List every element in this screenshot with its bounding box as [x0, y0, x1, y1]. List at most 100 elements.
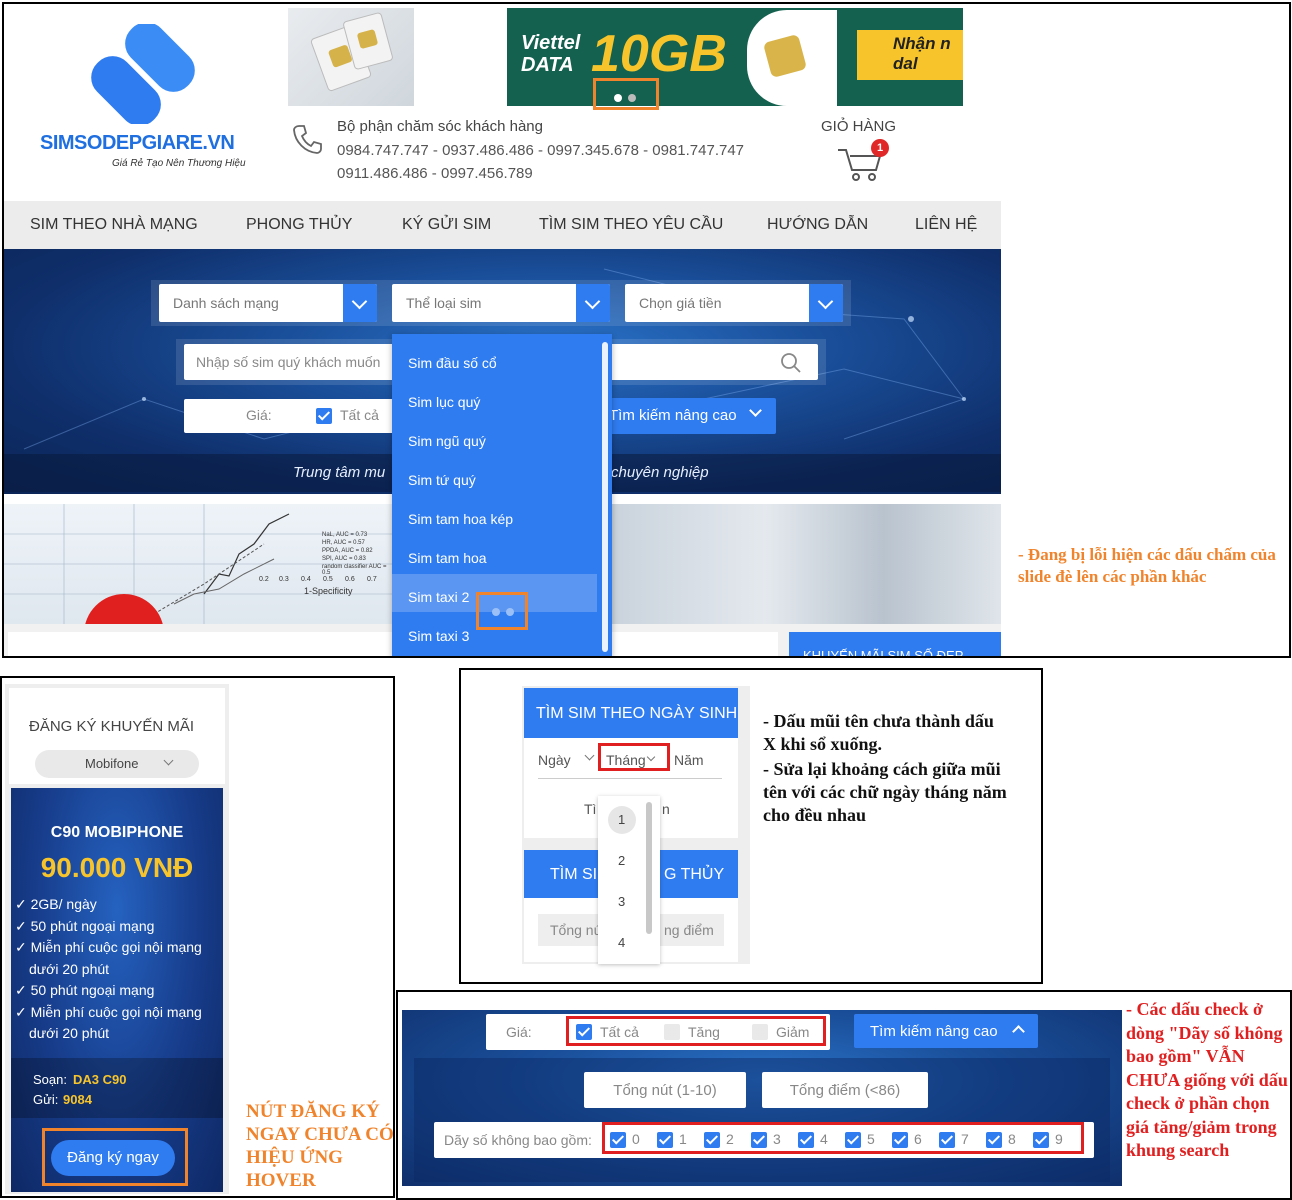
annotation-box-dots-dropdown — [476, 592, 528, 630]
chevron-down-icon[interactable] — [576, 284, 610, 322]
support-phones-line-1[interactable]: 0984.747.747 - 0937.486.486 - 0997.345.6… — [337, 142, 744, 159]
birthday-title: TÌM SIM THEO NGÀY SINH — [536, 705, 738, 722]
exclude-digits-label: Dãy số không bao gồm: — [444, 1132, 592, 1148]
search-icon[interactable] — [780, 352, 802, 374]
feature-item: ✓ 50 phút ngoại mạng — [15, 982, 155, 998]
support-phones-line-2[interactable]: 0911.486.486 - 0997.456.789 — [337, 165, 533, 182]
promo-strip[interactable]: KHUYẾN MÃI SIM SỐ ĐẸP — [789, 632, 1001, 658]
dropdown-item[interactable]: Sim lục quý — [408, 394, 480, 410]
dropdown-item[interactable]: Sim tứ quý — [408, 472, 476, 488]
compose-label: Soạn: — [33, 1072, 67, 1087]
month-option[interactable]: 2 — [618, 853, 625, 868]
total-left-text: Tổng nú — [550, 922, 602, 938]
nav-item-consign-sim[interactable]: KÝ GỬI SIM — [402, 216, 491, 234]
advanced-search-label: Tìm kiếm nâng cao — [609, 407, 737, 424]
annotation-box-price-checkboxes — [566, 1016, 826, 1046]
all-price-checkbox[interactable] — [316, 408, 332, 424]
dropdown-item[interactable]: Sim ngũ quý — [408, 433, 486, 449]
advanced-search-button[interactable]: Tìm kiếm nâng cao — [601, 398, 776, 434]
network-select-placeholder: Danh sách mạng — [173, 295, 279, 311]
dropdown-item[interactable]: Sim tam hoa kép — [408, 511, 513, 527]
dropdown-item[interactable]: Sim taxi 3 — [408, 628, 469, 644]
advanced-search-label: Tìm kiếm nâng cao — [870, 1023, 998, 1040]
feature-item: dưới 20 phút — [29, 1025, 110, 1041]
feng-shui-title-left: TÌM SI — [550, 866, 598, 883]
plan-features: ✓ 2GB/ ngày ✓ 50 phút ngoại mạng ✓ Miễn … — [15, 894, 221, 1045]
search-button-partial-left[interactable]: Tì — [584, 801, 596, 817]
annotation-box-register — [42, 1128, 188, 1186]
network-select-value: Mobifone — [85, 756, 139, 771]
month-option[interactable]: 3 — [618, 894, 625, 909]
sum-buttons-placeholder: Tổng nút (1-10) — [613, 1082, 717, 1099]
chart-tick: 0.6 — [345, 576, 355, 583]
month-option[interactable]: 1 — [618, 812, 625, 827]
promo-strip-label: KHUYẾN MÃI SIM SỐ ĐẸP — [803, 648, 964, 658]
chart-legend-5: random classifier AUC = 0.5 — [322, 564, 387, 576]
dropdown-item[interactable]: Sim taxi 2 — [408, 589, 469, 605]
nav-item-sim-by-network[interactable]: SIM THEO NHÀ MẠNG — [30, 216, 198, 234]
day-select[interactable]: Ngày — [538, 752, 571, 768]
feature-item: ✓ Miễn phí cuộc gọi nội mạng — [15, 939, 202, 955]
sim-type-select-placeholder: Thể loại sim — [406, 295, 482, 311]
logo-mark-icon — [91, 24, 195, 124]
note-check-bug: - Các dấu check ở dòng "Dãy số không bao… — [1126, 999, 1288, 1160]
promo-widget-header: ĐĂNG KÝ KHUYẾN MÃI Mobifone — [9, 688, 225, 784]
sim-card-banner[interactable] — [288, 8, 414, 106]
month-dropdown-scrollbar[interactable] — [646, 802, 652, 934]
promo-widget: ĐĂNG KÝ KHUYẾN MÃI Mobifone C90 MOBIPHON… — [5, 684, 229, 1194]
nav-item-feng-shui[interactable]: PHONG THỦY — [246, 216, 352, 234]
chevron-down-icon[interactable] — [809, 284, 843, 322]
price-filter-row: Giá: Tất cả — [184, 399, 394, 433]
feng-shui-title-right: G THỦY — [664, 866, 725, 883]
nav-item-guide[interactable]: HƯỚNG DẪN — [767, 216, 868, 234]
sim-search-placeholder: Nhập số sim quý khách muốn — [196, 354, 381, 370]
promo-slider-banner[interactable]: Viettel DATA 10GB Nhận n dal — [507, 8, 963, 106]
search-button-partial-right[interactable]: n — [662, 801, 670, 817]
cart-label[interactable]: GIỎ HÀNG — [821, 118, 896, 135]
year-select[interactable]: Năm — [674, 752, 704, 768]
chart-photo-banner: 1-Specificity NaL, AUC = 0.73 HR, AUC = … — [4, 504, 394, 624]
dropdown-item[interactable]: Sim tam hoa — [408, 550, 487, 566]
logo-tagline: Giá Rẻ Tạo Nên Thương Hiệu — [112, 158, 246, 169]
network-select[interactable]: Danh sách mạng — [159, 284, 377, 322]
blurred-photo-banner — [609, 504, 1001, 624]
all-price-label: Tất cả — [340, 407, 379, 423]
sum-points-input[interactable]: Tổng điểm (<86) — [762, 1072, 928, 1108]
banner-tail-text: Nhận n dal — [857, 30, 963, 80]
network-select-mobifone[interactable]: Mobifone — [35, 750, 199, 778]
chevron-up-icon — [1012, 1025, 1025, 1038]
nav-item-contact[interactable]: LIÊN HỆ — [915, 216, 977, 234]
dropdown-item[interactable]: Sim đầu số cổ — [408, 355, 497, 371]
advanced-search-button[interactable]: Tìm kiếm nâng cao — [854, 1014, 1038, 1048]
site-logo[interactable]: SIMSODEPGIARE.VN Giá Rẻ Tạo Nên Thương H… — [38, 24, 248, 174]
price-select[interactable]: Chọn giá tiền — [625, 284, 843, 322]
month-dropdown-menu: 1 2 3 4 — [598, 796, 660, 964]
phone-icon — [293, 125, 322, 154]
note-dots-bug: - Đang bị lỗi hiện các dấu chấm của slid… — [1018, 545, 1276, 586]
chart-tick: 0.3 — [279, 576, 289, 583]
feature-item: ✓ 50 phút ngoại mạng — [15, 917, 155, 934]
sum-buttons-input[interactable]: Tổng nút (1-10) — [584, 1072, 746, 1108]
plan-price: 90.000 VNĐ — [40, 852, 194, 883]
banner-big-text: 10GB — [591, 25, 727, 83]
divider — [538, 778, 722, 779]
note-arrow-bug-2: - Sửa lại khoảng cách giữa mũi tên với c… — [763, 759, 1007, 825]
dropdown-scrollbar[interactable] — [602, 342, 608, 652]
sum-points-placeholder: Tổng điểm (<86) — [789, 1082, 901, 1099]
nav-item-find-sim-request[interactable]: TÌM SIM THEO YÊU CẦU — [539, 216, 723, 234]
send-value: 9084 — [63, 1092, 92, 1107]
note-arrow-bug-1: - Dấu mũi tên chưa thành dấu X khi sổ xu… — [763, 711, 994, 754]
feature-item: ✓ 2GB/ ngày — [15, 896, 97, 912]
sim-type-select[interactable]: Thể loại sim — [392, 284, 610, 322]
advanced-search-panel: Giá: Tất cả Tăng Giảm Tìm kiếm nâng cao … — [396, 990, 1292, 1200]
birthday-search-panel: TÌM SIM THEO NGÀY SINH Ngày Tháng Năm Tì… — [459, 668, 1043, 984]
feature-item: ✓ Miễn phí cuộc gọi nội mạng — [15, 1003, 202, 1020]
total-right-text: ng điểm — [664, 922, 714, 938]
banner-brand: Viettel DATA — [521, 32, 581, 76]
note-hover-bug: NÚT ĐĂNG KÝ NGAY CHƯA CÓ HIỆU ỨNG HOVER — [246, 1101, 394, 1191]
month-option[interactable]: 4 — [618, 935, 625, 950]
send-label: Gửi: — [33, 1092, 59, 1107]
support-title: Bộ phận chăm sóc khách hàng — [337, 118, 543, 135]
chevron-down-icon[interactable] — [343, 284, 377, 322]
plan-name: C90 MOBIPHONE — [50, 824, 184, 841]
